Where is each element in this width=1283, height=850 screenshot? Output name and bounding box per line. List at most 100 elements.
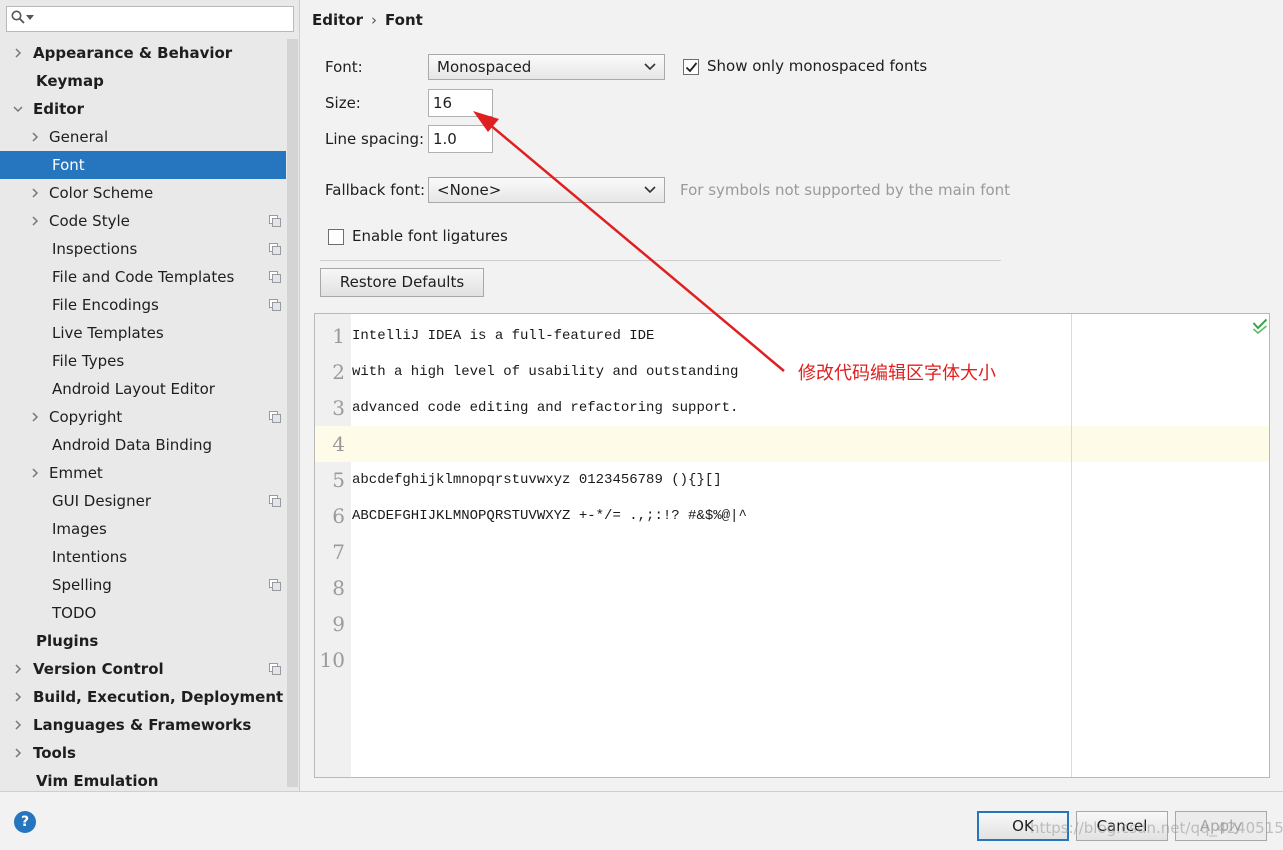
project-scope-icon bbox=[269, 579, 281, 591]
font-select-value: Monospaced bbox=[437, 58, 532, 76]
chevron-right-icon[interactable] bbox=[13, 748, 23, 758]
sidebar-item-label: TODO bbox=[52, 604, 97, 622]
chevron-right-icon[interactable] bbox=[13, 692, 23, 702]
sidebar-item-label: Copyright bbox=[49, 408, 123, 426]
font-select[interactable]: Monospaced bbox=[428, 54, 665, 80]
line-spacing-label: Line spacing: bbox=[325, 130, 425, 148]
sidebar-item-live-templates[interactable]: Live Templates bbox=[0, 319, 286, 347]
line-number: 3 bbox=[332, 396, 345, 420]
fallback-font-hint: For symbols not supported by the main fo… bbox=[680, 181, 1011, 199]
sidebar-item-label: File and Code Templates bbox=[52, 268, 235, 286]
preview-code-line: abcdefghijklmnopqrstuvwxyz 0123456789 ()… bbox=[352, 472, 722, 488]
current-line-highlight bbox=[315, 426, 1269, 462]
line-number: 6 bbox=[332, 504, 345, 528]
ligatures-checkbox[interactable] bbox=[328, 229, 344, 245]
inspection-ok-check-icon[interactable] bbox=[1252, 318, 1268, 334]
project-scope-icon bbox=[269, 299, 281, 311]
sidebar-item-label: Android Data Binding bbox=[52, 436, 213, 454]
chevron-right-icon[interactable] bbox=[30, 188, 40, 198]
monospaced-only-checkbox[interactable] bbox=[683, 59, 699, 75]
sidebar-item-images[interactable]: Images bbox=[0, 515, 286, 543]
sidebar-item-label: Emmet bbox=[49, 464, 103, 482]
restore-defaults-button[interactable]: Restore Defaults bbox=[320, 268, 484, 297]
font-preview-editor[interactable]: 1 IntelliJ IDEA is a full-featured IDE 2 wi… bbox=[314, 313, 1270, 778]
chevron-right-icon[interactable] bbox=[13, 664, 23, 674]
size-label: Size: bbox=[325, 94, 361, 112]
size-input[interactable]: 16 bbox=[428, 89, 493, 117]
sidebar-item-file-encodings[interactable]: File Encodings bbox=[0, 291, 286, 319]
sidebar-item-inspections[interactable]: Inspections bbox=[0, 235, 286, 263]
sidebar-item-label: Editor bbox=[33, 100, 84, 118]
sidebar-item-label: Inspections bbox=[52, 240, 138, 258]
project-scope-icon bbox=[269, 271, 281, 283]
search-options-chevron-down-icon[interactable] bbox=[26, 15, 34, 20]
project-scope-icon bbox=[269, 215, 281, 227]
sidebar-item-label: Android Layout Editor bbox=[52, 380, 215, 398]
sidebar-item-intentions[interactable]: Intentions bbox=[0, 543, 286, 571]
sidebar-item-appearance-behavior[interactable]: Appearance & Behavior bbox=[0, 39, 286, 67]
sidebar-item-font[interactable]: Font bbox=[0, 151, 286, 179]
monospaced-only-label[interactable]: Show only monospaced fonts bbox=[707, 54, 927, 78]
checkmark-icon bbox=[685, 62, 698, 73]
chevron-right-icon[interactable] bbox=[13, 48, 23, 58]
fallback-font-select[interactable]: <None> bbox=[428, 177, 665, 203]
sidebar-item-label: General bbox=[49, 128, 109, 146]
sidebar-scrollbar[interactable] bbox=[287, 39, 298, 787]
sidebar-item-label: Font bbox=[52, 156, 85, 174]
line-number: 4 bbox=[332, 432, 345, 456]
sidebar-item-label: Languages & Frameworks bbox=[33, 716, 252, 734]
sidebar-item-label: Images bbox=[52, 520, 107, 538]
sidebar-item-build-execution-deployment[interactable]: Build, Execution, Deployment bbox=[0, 683, 286, 711]
sidebar-item-todo[interactable]: TODO bbox=[0, 599, 286, 627]
sidebar-item-file-and-code-templates[interactable]: File and Code Templates bbox=[0, 263, 286, 291]
sidebar-item-label: Live Templates bbox=[52, 324, 164, 342]
line-number: 8 bbox=[332, 576, 345, 600]
sidebar-item-color-scheme[interactable]: Color Scheme bbox=[0, 179, 286, 207]
project-scope-icon bbox=[269, 411, 281, 423]
font-label: Font: bbox=[325, 58, 363, 76]
chevron-right-icon[interactable] bbox=[30, 468, 40, 478]
sidebar-item-label: Plugins bbox=[36, 632, 99, 650]
breadcrumb-parent[interactable]: Editor bbox=[312, 10, 363, 30]
ligatures-label[interactable]: Enable font ligatures bbox=[352, 224, 508, 248]
sidebar-item-gui-designer[interactable]: GUI Designer bbox=[0, 487, 286, 515]
line-spacing-input[interactable]: 1.0 bbox=[428, 125, 493, 153]
sidebar-item-label: GUI Designer bbox=[52, 492, 151, 510]
search-input[interactable] bbox=[6, 6, 294, 32]
sidebar-item-emmet[interactable]: Emmet bbox=[0, 459, 286, 487]
fallback-font-label: Fallback font: bbox=[325, 181, 426, 199]
sidebar-item-label: Tools bbox=[33, 744, 76, 762]
sidebar-item-spelling[interactable]: Spelling bbox=[0, 571, 286, 599]
search-icon bbox=[11, 10, 25, 24]
sidebar-item-code-style[interactable]: Code Style bbox=[0, 207, 286, 235]
sidebar-item-keymap[interactable]: Keymap bbox=[0, 67, 286, 95]
sidebar-item-label: Code Style bbox=[49, 212, 130, 230]
sidebar-item-file-types[interactable]: File Types bbox=[0, 347, 286, 375]
sidebar-item-languages-frameworks[interactable]: Languages & Frameworks bbox=[0, 711, 286, 739]
sidebar-item-version-control[interactable]: Version Control bbox=[0, 655, 286, 683]
sidebar-item-plugins[interactable]: Plugins bbox=[0, 627, 286, 655]
line-number: 1 bbox=[332, 324, 345, 348]
sidebar-item-editor[interactable]: Editor bbox=[0, 95, 286, 123]
line-number: 7 bbox=[332, 540, 345, 564]
help-icon[interactable]: ? bbox=[14, 811, 36, 833]
sidebar-item-label: Build, Execution, Deployment bbox=[33, 688, 284, 706]
breadcrumb-separator: › bbox=[371, 11, 377, 29]
sidebar-item-tools[interactable]: Tools bbox=[0, 739, 286, 767]
sidebar-item-general[interactable]: General bbox=[0, 123, 286, 151]
fallback-font-value: <None> bbox=[437, 181, 502, 199]
chevron-right-icon[interactable] bbox=[13, 720, 23, 730]
sidebar-item-android-layout-editor[interactable]: Android Layout Editor bbox=[0, 375, 286, 403]
preview-code-line: ABCDEFGHIJKLMNOPQRSTUVWXYZ +-*/= .,;:!? … bbox=[352, 508, 747, 524]
chevron-right-icon[interactable] bbox=[30, 216, 40, 226]
preview-code-line: with a high level of usability and outst… bbox=[352, 364, 739, 380]
sidebar-item-copyright[interactable]: Copyright bbox=[0, 403, 286, 431]
chevron-down-icon[interactable] bbox=[13, 104, 23, 114]
breadcrumb: Editor › Font bbox=[312, 10, 423, 30]
chevron-right-icon[interactable] bbox=[30, 132, 40, 142]
chevron-right-icon[interactable] bbox=[30, 412, 40, 422]
sidebar-item-android-data-binding[interactable]: Android Data Binding bbox=[0, 431, 286, 459]
sidebar-item-label: Spelling bbox=[52, 576, 112, 594]
sidebar-item-label: Appearance & Behavior bbox=[33, 44, 233, 62]
settings-tree: Appearance & Behavior Keymap Editor General… bbox=[0, 39, 286, 795]
